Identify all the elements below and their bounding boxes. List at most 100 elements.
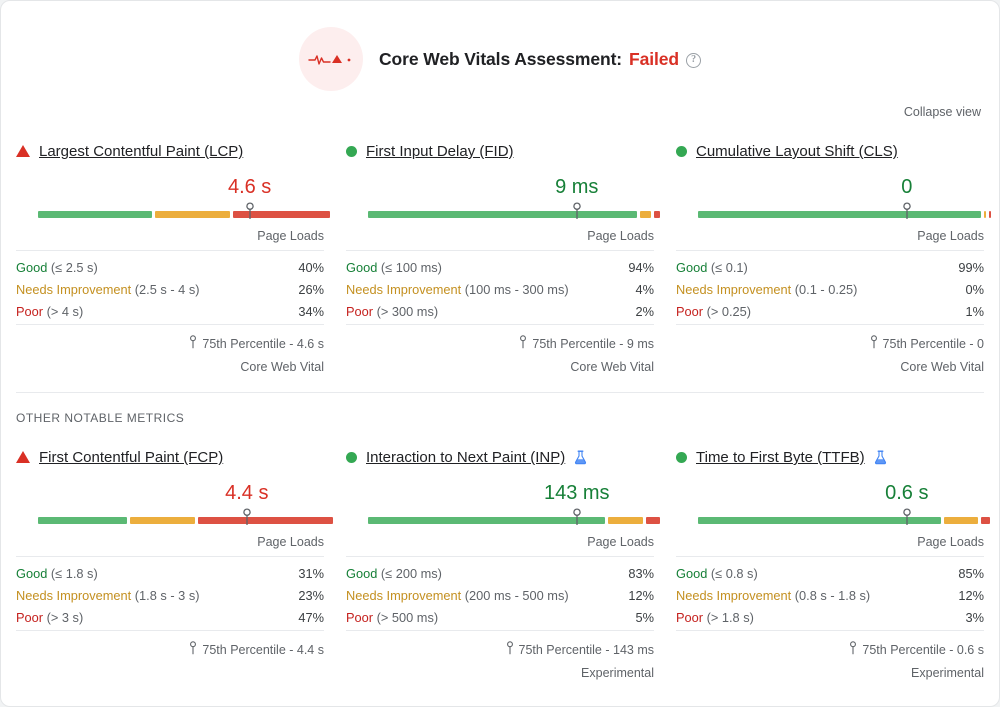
bucket-range: (1.8 s - 3 s): [131, 588, 199, 603]
bucket-tone-label: Poor: [16, 304, 43, 319]
bucket-tone-label: Needs Improvement: [16, 588, 131, 603]
bucket-row: Good (≤ 0.1)99%: [676, 256, 984, 278]
page-loads-label: Page Loads: [16, 224, 324, 251]
bucket-label: Needs Improvement (0.8 s - 1.8 s): [676, 588, 870, 603]
metric-note: Core Web Vital: [16, 352, 324, 374]
bucket-row: Good (≤ 0.8 s)85%: [676, 562, 984, 584]
bar-segment-avg: [608, 517, 642, 524]
collapse-view-button[interactable]: Collapse view: [904, 105, 981, 119]
metric-name-link[interactable]: Time to First Byte (TTFB): [696, 449, 865, 466]
metric-header: Interaction to Next Paint (INP): [346, 449, 654, 466]
bucket-label: Poor (> 500 ms): [346, 610, 438, 625]
bar-segment-poor: [654, 211, 660, 218]
bar-segment-poor: [981, 517, 990, 524]
warning-triangle-icon: [16, 145, 30, 157]
bucket-row: Needs Improvement (100 ms - 300 ms)4%: [346, 278, 654, 300]
bucket-range: (≤ 0.8 s): [707, 566, 757, 581]
metric-header: First Input Delay (FID): [346, 143, 654, 160]
metric-header: Cumulative Layout Shift (CLS): [676, 143, 984, 160]
collapse-view-row: Collapse view: [1, 91, 999, 119]
bucket-percent: 99%: [958, 260, 984, 275]
bucket-row: Needs Improvement (0.8 s - 1.8 s)12%: [676, 584, 984, 606]
bucket-label: Good (≤ 100 ms): [346, 260, 442, 275]
bucket-label: Good (≤ 1.8 s): [16, 566, 98, 581]
bucket-percent: 4%: [636, 282, 655, 297]
bucket-label: Poor (> 1.8 s): [676, 610, 754, 625]
bar-segment-avg: [640, 211, 651, 218]
pass-circle-icon: [346, 452, 357, 463]
assessment-title: Core Web Vitals Assessment: Failed ?: [379, 49, 701, 70]
other-notable-metrics-caption: OTHER NOTABLE METRICS: [1, 393, 999, 425]
bucket-label: Needs Improvement (1.8 s - 3 s): [16, 588, 200, 603]
metric-note: Experimental: [676, 658, 984, 680]
bar-segment-good: [38, 211, 152, 218]
pass-circle-icon: [676, 452, 687, 463]
bucket-percent: 31%: [298, 566, 324, 581]
bucket-percent: 83%: [628, 566, 654, 581]
bucket-percent: 34%: [298, 304, 324, 319]
metric-name-link[interactable]: First Input Delay (FID): [366, 143, 514, 160]
percentile-row: 75th Percentile - 143 ms: [346, 638, 654, 658]
bucket-label: Good (≤ 2.5 s): [16, 260, 98, 275]
percentile-marker-pin-icon: [245, 202, 255, 220]
metric-value: 4.4 s: [225, 480, 268, 506]
bucket-list: Good (≤ 2.5 s) 40% Needs Improvement (2.5 …: [16, 251, 324, 324]
bucket-row: Needs Improvement (2.5 s - 4 s)26%: [16, 278, 324, 300]
bucket-range: (≤ 2.5 s): [47, 260, 97, 275]
bucket-percent: 12%: [628, 588, 654, 603]
pass-circle-icon: [346, 146, 357, 157]
bucket-range: (≤ 200 ms): [377, 566, 442, 581]
metric-value: 0: [901, 174, 912, 200]
bucket-range: (100 ms - 300 ms): [461, 282, 568, 297]
bucket-row: Poor (> 0.25)1%: [676, 300, 984, 322]
bucket-percent: 1%: [966, 304, 985, 319]
distribution-bar-track: [368, 211, 654, 218]
bucket-tone-label: Good: [16, 566, 47, 581]
bucket-row: Needs Improvement (0.1 - 0.25)0%: [676, 278, 984, 300]
bucket-tone-label: Good: [346, 566, 377, 581]
metric-name-link[interactable]: Cumulative Layout Shift (CLS): [696, 143, 898, 160]
bar-segment-poor: [198, 517, 332, 524]
percentile-pin-icon: [506, 641, 514, 658]
percentile-row: 75th Percentile - 0.6 s: [676, 638, 984, 658]
bucket-label: Good (≤ 200 ms): [346, 566, 442, 581]
distribution-bar-track: [38, 211, 324, 218]
bar-segment-avg: [984, 211, 985, 218]
pass-circle-icon: [676, 146, 687, 157]
metric-name-link[interactable]: First Contentful Paint (FCP): [39, 449, 223, 466]
bucket-range: (> 0.25): [703, 304, 751, 319]
metric-value-row: 143 ms: [346, 480, 654, 506]
bucket-range: (≤ 1.8 s): [47, 566, 97, 581]
bucket-range: (> 500 ms): [373, 610, 438, 625]
metric-name-link[interactable]: Largest Contentful Paint (LCP): [39, 143, 243, 160]
bucket-label: Needs Improvement (2.5 s - 4 s): [16, 282, 200, 297]
bucket-list: Good (≤ 1.8 s) 31% Needs Improvement (1.8 …: [16, 557, 324, 630]
metric-value-row: 0: [676, 174, 984, 200]
percentile-pin-icon: [870, 335, 878, 352]
bucket-range: (0.1 - 0.25): [791, 282, 857, 297]
bucket-range: (> 300 ms): [373, 304, 438, 319]
metric-value-row: 4.4 s: [16, 480, 324, 506]
metric-note: Core Web Vital: [676, 352, 984, 374]
bucket-row: Needs Improvement (200 ms - 500 ms)12%: [346, 584, 654, 606]
bucket-percent: 0%: [966, 282, 985, 297]
metric-header: First Contentful Paint (FCP): [16, 449, 324, 466]
bucket-percent: 40%: [298, 260, 324, 275]
metric-card: Cumulative Layout Shift (CLS)0 Page Loads…: [676, 129, 984, 374]
percentile-pin-icon: [519, 335, 527, 352]
bar-segment-good: [698, 211, 981, 218]
assessment-title-text: Core Web Vitals Assessment:: [379, 49, 622, 70]
flask-icon: [574, 450, 587, 465]
help-circle-icon[interactable]: ?: [686, 53, 701, 68]
page-loads-label: Page Loads: [346, 530, 654, 557]
metric-name-link[interactable]: Interaction to Next Paint (INP): [366, 449, 565, 466]
bucket-tone-label: Poor: [346, 610, 373, 625]
distribution-bar: [16, 202, 324, 222]
bar-segment-good: [368, 517, 605, 524]
pagespeed-field-data-panel: Core Web Vitals Assessment: Failed ? Col…: [0, 0, 1000, 707]
metric-card: First Contentful Paint (FCP)4.4 sPage Lo…: [16, 435, 324, 680]
bucket-list: Good (≤ 100 ms)94%Needs Improvement (100…: [346, 251, 654, 324]
distribution-bar-track: [38, 517, 324, 524]
page-loads-label: Page Loads: [676, 224, 984, 251]
bucket-percent: 3%: [966, 610, 985, 625]
